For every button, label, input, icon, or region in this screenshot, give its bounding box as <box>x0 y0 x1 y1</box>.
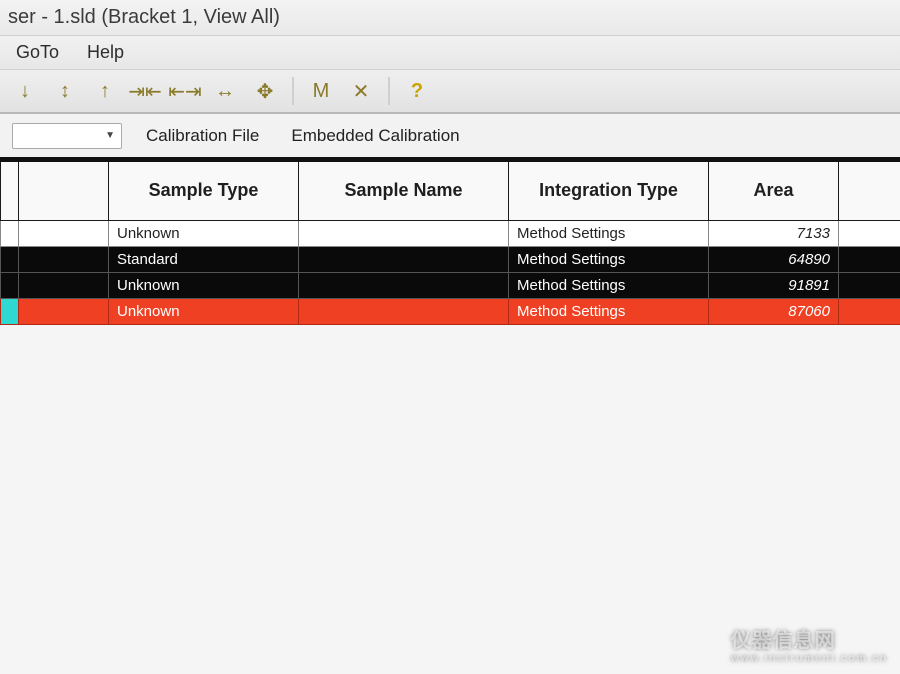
data-table-wrap: Sample Type Sample Name Integration Type… <box>0 162 900 674</box>
cell-first[interactable] <box>19 272 109 298</box>
calibration-file-value: Embedded Calibration <box>291 126 459 146</box>
expand-horiz-icon[interactable]: ⇤⇥ <box>172 78 198 104</box>
table-row[interactable]: Standard Method Settings64890 <box>1 246 900 272</box>
cell-tail <box>839 220 900 246</box>
cell-sample-type[interactable]: Standard <box>109 246 299 272</box>
col-sample-type[interactable]: Sample Type <box>109 162 299 220</box>
col-integration[interactable]: Integration Type <box>509 162 709 220</box>
cell-tail <box>839 272 900 298</box>
cell-sample-name[interactable] <box>299 272 509 298</box>
cell-sample-type[interactable]: Unknown <box>109 220 299 246</box>
arrow-up-icon[interactable]: ↑ <box>92 78 118 104</box>
menu-goto[interactable]: GoTo <box>16 42 59 63</box>
collapse-horiz-icon[interactable]: ⇥⇤ <box>132 78 158 104</box>
title-bar: ser - 1.sld (Bracket 1, View All) <box>0 0 900 36</box>
cell-integration[interactable]: Method Settings <box>509 246 709 272</box>
col-area[interactable]: Area <box>709 162 839 220</box>
data-table[interactable]: Sample Type Sample Name Integration Type… <box>0 162 900 325</box>
cell-integration[interactable]: Method Settings <box>509 298 709 324</box>
calibration-file-label: Calibration File <box>146 126 259 146</box>
col-first[interactable] <box>19 162 109 220</box>
menu-help[interactable]: Help <box>87 42 124 63</box>
col-sample-name[interactable]: Sample Name <box>299 162 509 220</box>
row-lead <box>1 298 19 324</box>
toolbar-separator-2 <box>388 77 390 105</box>
calibration-combo[interactable] <box>12 123 122 149</box>
table-body: UnknownMethod Settings7133StandardMethod… <box>1 220 900 324</box>
table-row[interactable]: Unknown Method Settings91891 <box>1 272 900 298</box>
table-row[interactable]: Unknown Method Settings7133 <box>1 220 900 246</box>
cell-first[interactable] <box>19 298 109 324</box>
cell-integration[interactable]: Method Settings <box>509 220 709 246</box>
cell-sample-type[interactable]: Unknown <box>109 298 299 324</box>
cell-area[interactable]: 7133 <box>709 220 839 246</box>
cell-sample-type[interactable]: Unknown <box>109 272 299 298</box>
menu-bar: GoTo Help <box>0 36 900 70</box>
table-row[interactable]: Unknown Method Settings87060 <box>1 298 900 324</box>
cell-area[interactable]: 64890 <box>709 246 839 272</box>
cell-sample-name[interactable] <box>299 298 509 324</box>
calibration-bar: Calibration File Embedded Calibration <box>0 114 900 162</box>
cell-area[interactable]: 87060 <box>709 298 839 324</box>
cell-integration[interactable]: Method Settings <box>509 272 709 298</box>
row-lead <box>1 220 19 246</box>
cell-first[interactable] <box>19 246 109 272</box>
cell-tail <box>839 298 900 324</box>
cell-sample-name[interactable] <box>299 220 509 246</box>
row-lead <box>1 246 19 272</box>
cell-first[interactable] <box>19 220 109 246</box>
marker-x-icon[interactable]: ✕ <box>348 78 374 104</box>
window-title: ser - 1.sld (Bracket 1, View All) <box>8 6 280 29</box>
cell-sample-name[interactable] <box>299 246 509 272</box>
move-icon[interactable]: ✥ <box>252 78 278 104</box>
marker-m-icon[interactable]: M <box>308 78 334 104</box>
arrow-down-icon[interactable]: ↓ <box>12 78 38 104</box>
help-icon[interactable]: ? <box>404 78 430 104</box>
table-header-row: Sample Type Sample Name Integration Type… <box>1 162 900 220</box>
arrow-leftright-icon[interactable]: ↔ <box>212 78 238 104</box>
toolbar: ↓ ↕ ↑ ⇥⇤ ⇤⇥ ↔ ✥ M ✕ ? <box>0 70 900 114</box>
cell-tail <box>839 246 900 272</box>
cell-area[interactable]: 91891 <box>709 272 839 298</box>
table-blank-area <box>0 325 900 674</box>
col-lead <box>1 162 19 220</box>
row-lead <box>1 272 19 298</box>
arrow-updown-icon[interactable]: ↕ <box>52 78 78 104</box>
toolbar-separator <box>292 77 294 105</box>
col-tail <box>839 162 900 220</box>
app-window: ser - 1.sld (Bracket 1, View All) GoTo H… <box>0 0 900 674</box>
